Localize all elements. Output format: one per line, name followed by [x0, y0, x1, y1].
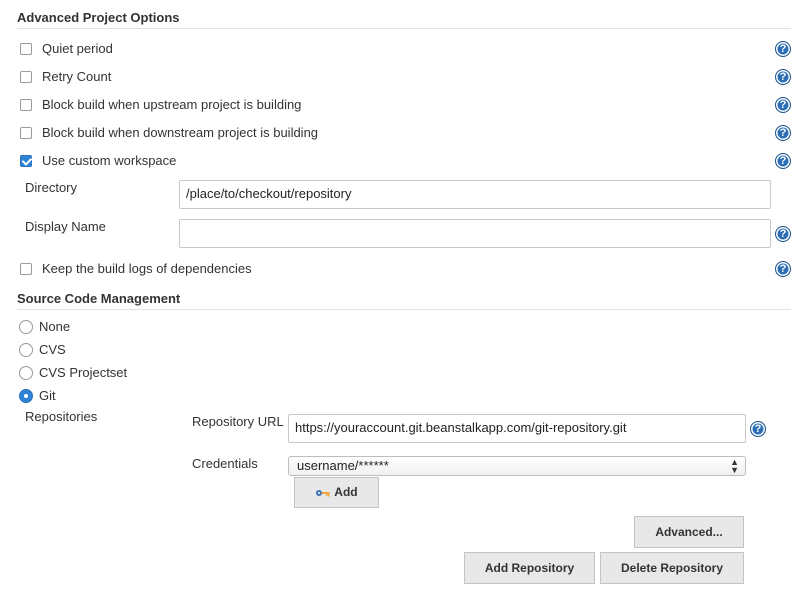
display-name-input[interactable] [179, 219, 771, 248]
repository-url-input[interactable]: https://youraccount.git.beanstalkapp.com… [288, 414, 746, 443]
repository-url-label: Repository URL [192, 414, 284, 429]
directory-input[interactable]: /place/to/checkout/repository [179, 180, 771, 209]
delete-repository-button[interactable]: Delete Repository [600, 552, 744, 584]
keep-logs-checkbox[interactable] [20, 263, 32, 275]
block-upstream-label: Block build when upstream project is bui… [42, 97, 302, 112]
scm-cvs-projectset-radio[interactable] [19, 366, 33, 380]
help-icon[interactable]: ? [775, 261, 791, 277]
display-name-label: Display Name [25, 219, 106, 234]
scm-section-title: Source Code Management [17, 291, 181, 306]
repositories-label: Repositories [25, 409, 98, 424]
quiet-period-checkbox[interactable] [20, 43, 32, 55]
help-icon[interactable]: ? [775, 69, 791, 85]
block-upstream-checkbox[interactable] [20, 99, 32, 111]
scm-cvs-label: CVS [39, 342, 66, 357]
advanced-section-title: Advanced Project Options [17, 10, 180, 25]
credentials-select-value: username/****** [297, 458, 389, 473]
help-icon[interactable]: ? [775, 153, 791, 169]
advanced-section-divider [17, 28, 791, 29]
retry-count-checkbox[interactable] [20, 71, 32, 83]
help-icon[interactable]: ? [775, 97, 791, 113]
key-icon [316, 489, 330, 497]
keep-logs-label: Keep the build logs of dependencies [42, 261, 252, 276]
scm-cvs-projectset-label: CVS Projectset [39, 365, 128, 380]
retry-count-label: Retry Count [42, 69, 112, 84]
scm-cvs-radio[interactable] [19, 343, 33, 357]
help-icon[interactable]: ? [775, 226, 791, 242]
directory-label: Directory [25, 180, 78, 195]
scm-section-divider [17, 309, 791, 310]
help-icon[interactable]: ? [775, 125, 791, 141]
add-repository-button[interactable]: Add Repository [464, 552, 595, 584]
add-credentials-label: Add [334, 485, 358, 499]
advanced-button[interactable]: Advanced... [634, 516, 744, 548]
add-credentials-button[interactable]: Add [294, 477, 379, 508]
scm-none-radio[interactable] [19, 320, 33, 334]
quiet-period-label: Quiet period [42, 41, 113, 56]
custom-workspace-label: Use custom workspace [42, 153, 177, 168]
credentials-select[interactable]: username/****** ▲ ▼ [288, 456, 746, 476]
help-icon[interactable]: ? [775, 41, 791, 57]
block-downstream-checkbox[interactable] [20, 127, 32, 139]
custom-workspace-checkbox[interactable] [20, 155, 32, 167]
help-icon[interactable]: ? [750, 421, 766, 437]
scm-none-label: None [39, 319, 71, 334]
block-downstream-label: Block build when downstream project is b… [42, 125, 319, 140]
credentials-label: Credentials [192, 456, 258, 471]
scm-git-radio[interactable] [19, 389, 33, 403]
select-arrows-icon: ▲ ▼ [730, 457, 739, 475]
scm-git-label: Git [39, 388, 56, 403]
